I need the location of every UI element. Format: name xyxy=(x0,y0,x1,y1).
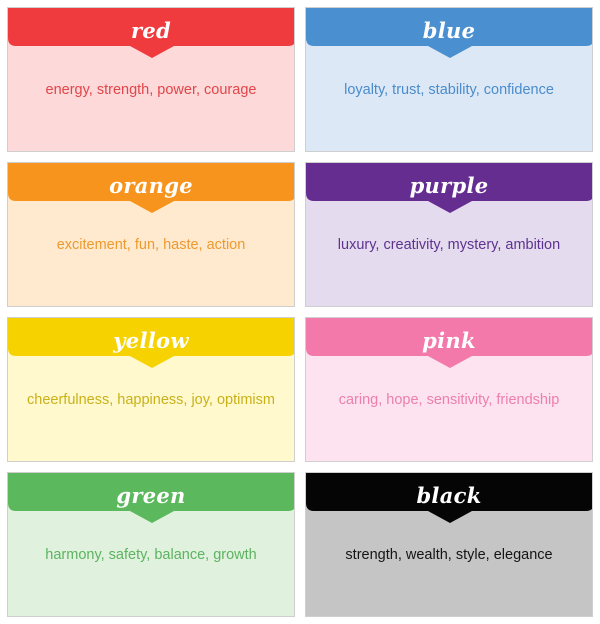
card-description: excitement, fun, haste, action xyxy=(56,237,246,253)
card-title: blue xyxy=(422,18,476,43)
card-description: energy, strength, power, courage xyxy=(45,82,257,98)
color-card-yellow: yellow cheerfulness, happiness, joy, opt… xyxy=(7,317,295,462)
card-description: caring, hope, sensitivity, friendship xyxy=(338,392,560,408)
card-description: loyalty, trust, stability, confidence xyxy=(344,82,554,98)
color-card-blue: blue loyalty, trust, stability, confiden… xyxy=(305,7,593,152)
color-card-purple: purple luxury, creativity, mystery, ambi… xyxy=(305,162,593,307)
card-title: black xyxy=(416,483,482,508)
card-title: orange xyxy=(109,173,193,198)
color-card-pink: pink caring, hope, sensitivity, friendsh… xyxy=(305,317,593,462)
card-title: red xyxy=(130,18,171,43)
card-description: strength, wealth, style, elegance xyxy=(345,547,553,563)
card-description: luxury, creativity, mystery, ambition xyxy=(337,237,561,253)
card-title: yellow xyxy=(113,328,189,353)
card-description: cheerfulness, happiness, joy, optimism xyxy=(27,392,275,408)
color-card-black: black strength, wealth, style, elegance xyxy=(305,472,593,617)
card-title: green xyxy=(116,483,186,508)
card-description: harmony, safety, balance, growth xyxy=(45,547,257,563)
color-card-green: green harmony, safety, balance, growth xyxy=(7,472,295,617)
card-title: pink xyxy=(422,328,476,353)
color-card-red: red energy, strength, power, courage xyxy=(7,7,295,152)
color-card-orange: orange excitement, fun, haste, action xyxy=(7,162,295,307)
card-title: purple xyxy=(409,173,489,198)
